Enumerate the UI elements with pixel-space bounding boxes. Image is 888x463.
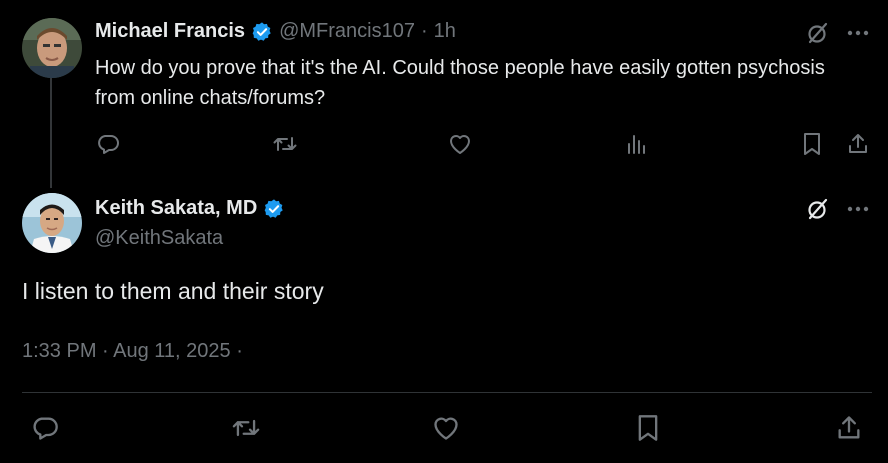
reply-separator: · [420,20,428,42]
avatar-michael-francis[interactable] [22,18,82,78]
thread-connector-line [50,78,52,188]
bookmark-icon[interactable] [633,413,663,443]
reply-text: How do you prove that it's the AI. Could… [95,57,825,109]
avatar-keith-sakata[interactable] [22,193,82,253]
grok-icon[interactable] [805,20,831,46]
divider [22,392,872,393]
like-icon[interactable] [431,413,461,443]
reply-icon[interactable] [95,131,121,157]
like-icon[interactable] [447,131,473,157]
retweet-icon[interactable] [230,413,262,443]
views-icon[interactable] [623,131,649,157]
reply-author-name[interactable]: Michael Francis [95,20,245,43]
main-tweet-text: I listen to them and their story [22,278,324,304]
reply-handle[interactable]: @MFrancis107 [279,20,415,43]
more-icon[interactable] [845,196,871,222]
main-author-name[interactable]: Keith Sakata, MD [95,197,257,220]
tweet-timestamp[interactable]: 1:33 PM · Aug 11, 2025 · [22,340,243,363]
bookmark-icon[interactable] [799,131,825,157]
share-icon[interactable] [834,413,864,443]
grok-icon[interactable] [805,196,831,222]
reply-time[interactable]: 1h [434,20,456,43]
reply-header: Michael Francis @MFrancis107 · 1h [95,20,456,43]
main-handle[interactable]: @KeithSakata [95,227,223,250]
reply-icon[interactable] [30,413,60,443]
share-icon[interactable] [845,131,871,157]
verified-icon[interactable] [251,21,273,43]
verified-icon[interactable] [263,198,285,220]
retweet-icon[interactable] [272,131,298,157]
more-icon[interactable] [845,20,871,46]
main-header: Keith Sakata, MD [95,197,285,220]
